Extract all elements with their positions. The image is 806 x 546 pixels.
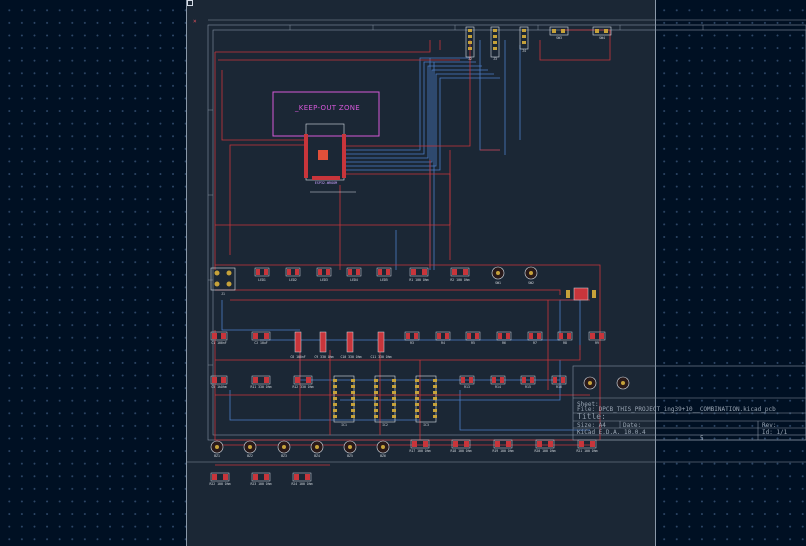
title-block-rev: Rev:	[762, 422, 777, 429]
ref-label: R8	[563, 341, 567, 345]
title-block-version: KiCad E.D.A. 10.0.4	[577, 429, 646, 436]
small-ic	[566, 287, 596, 301]
ref-label: R3	[410, 341, 414, 345]
ref-label: R20 100 Ohm	[534, 449, 555, 453]
ref-label: R7	[533, 341, 537, 345]
ref-label: LED4	[350, 278, 358, 282]
ref-label: R6	[502, 341, 506, 345]
title-block-size: Size: A4	[577, 422, 606, 429]
header-pads	[468, 29, 608, 50]
ref-label: C10 330 Ohm	[340, 355, 361, 359]
ref-label: R4	[441, 341, 445, 345]
ref-label: LED3	[320, 278, 328, 282]
sheet-frame	[186, 19, 806, 463]
dip-ics	[333, 375, 437, 423]
ref-label: J4	[522, 49, 526, 53]
ref-label: C2 10uF	[254, 341, 268, 345]
ref-label: C11 330 Ohm	[370, 355, 391, 359]
ref-label: R23 100 Ohm	[250, 482, 271, 486]
ref-label: R22 100 Ohm	[209, 482, 230, 486]
ref-label: R5	[471, 341, 475, 345]
left-header	[210, 267, 236, 291]
ref-label: IC1	[341, 423, 347, 427]
ref-label: SW2	[528, 281, 534, 285]
ref-label: R18 100 Ohm	[450, 449, 471, 453]
pcb-layout-drawing: ESP32-WROOM LED1 LED2 LED3 LED4 LED5 R1 …	[186, 19, 806, 486]
sheet-column-marker: 5	[700, 435, 704, 442]
ref-label: J2	[468, 57, 472, 61]
ref-labels: LED1 LED2 LED3 LED4 LED5 R1 100 Ohm R2 1…	[209, 36, 605, 486]
ref-label: R14	[495, 385, 501, 389]
ref-label: SW4	[599, 36, 605, 40]
ref-label: BZ5	[347, 454, 353, 458]
ref-label: J3	[493, 57, 497, 61]
ref-label: C9 330 Ohm	[314, 355, 333, 359]
back-copper-traces	[221, 40, 590, 431]
ref-label: IC3	[423, 423, 429, 427]
ref-label: C1 100nF	[211, 341, 226, 345]
ref-label: R17 100 Ohm	[409, 449, 430, 453]
ref-label: C8 100nF	[290, 355, 305, 359]
mcu-ref-label: ESP32-WROOM	[315, 181, 337, 185]
dip-ic-pads	[333, 379, 437, 418]
ref-label: R24 100 Ohm	[291, 482, 312, 486]
ref-label: R21 100 Ohm	[576, 449, 597, 453]
ref-label: R15	[525, 385, 531, 389]
ref-label: LED5	[380, 278, 388, 282]
title-block-date: Date:	[623, 422, 642, 429]
vertical-resistors	[294, 331, 385, 353]
pcb-canvas[interactable]: × ESP32-WROOM LED1 LED2 LED3 LED4 LED5 R…	[0, 0, 806, 546]
ref-label: C5 1kOhm	[211, 385, 226, 389]
ref-label: LED1	[258, 278, 266, 282]
keepout-zone	[272, 91, 380, 137]
ref-label: R12 330 Ohm	[292, 385, 313, 389]
title-block-title: Title:	[577, 412, 606, 421]
sheet-zone-ticks	[208, 25, 704, 366]
ref-label: J1	[221, 292, 225, 296]
ref-label: BZ1	[214, 454, 220, 458]
ref-label: SW1	[495, 281, 501, 285]
title-block-file: File: DPCB_THIS_PROJECT_ing39+10__COMBIN…	[577, 406, 776, 413]
pin-headers-top	[465, 26, 612, 58]
ref-label: R11 330 Ohm	[250, 385, 271, 389]
ref-label: R16	[556, 385, 562, 389]
ref-label: BZ4	[314, 454, 320, 458]
ref-label: R2 100 Ohm	[450, 278, 469, 282]
ref-label: BZ3	[281, 454, 287, 458]
ref-label: BZ6	[380, 454, 386, 458]
ref-label: R9	[595, 341, 599, 345]
title-block-id: Id: 1/1	[762, 429, 788, 436]
ref-label: R1 100 Ohm	[409, 278, 428, 282]
ref-label: IC2	[382, 423, 388, 427]
ref-label: LED2	[289, 278, 297, 282]
ref-label: R13	[464, 385, 470, 389]
ref-label: BZ2	[247, 454, 253, 458]
keepout-zone-label: _KEEP-OUT ZONE	[295, 104, 361, 112]
ref-label: SW3	[556, 36, 562, 40]
ref-label: R19 100 Ohm	[492, 449, 513, 453]
